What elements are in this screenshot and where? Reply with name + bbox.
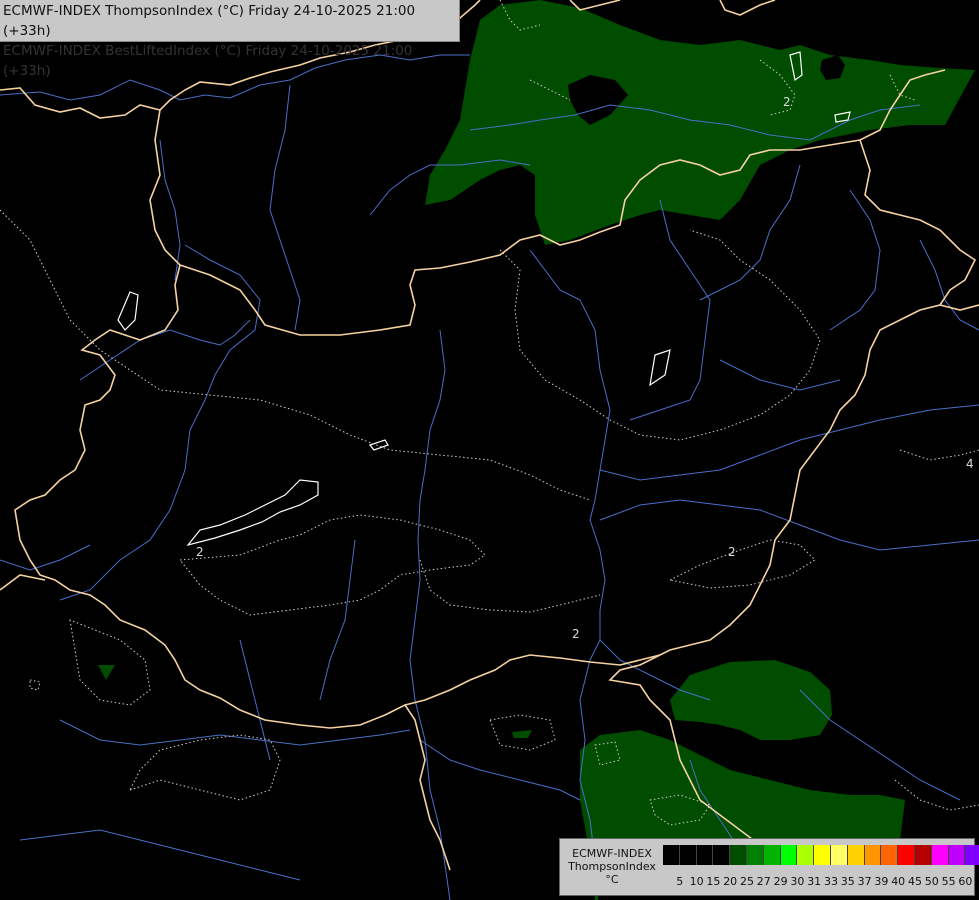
legend-tick-label: 37 — [857, 875, 872, 888]
legend-swatch — [948, 845, 966, 865]
legend-swatch — [679, 845, 697, 865]
legend-swatch — [898, 845, 915, 865]
legend-swatch — [763, 845, 781, 865]
contour-label: 4 — [966, 457, 974, 471]
legend-tick-label: 15 — [706, 875, 721, 888]
legend-unit: °C — [605, 873, 619, 886]
contour-label: 2 — [728, 545, 736, 559]
legend-swatch — [663, 845, 680, 865]
map-title-box: ECMWF-INDEX ThompsonIndex (°C) Friday 24… — [0, 0, 460, 79]
legend-tick-label: 10 — [689, 875, 704, 888]
contour-label: 2 — [572, 627, 580, 641]
legend-swatch — [780, 845, 798, 865]
legend-tick-label: 45 — [908, 875, 922, 888]
legend-swatch — [830, 845, 848, 865]
legend-tick-label: 29 — [773, 875, 788, 888]
legend-swatch — [965, 845, 979, 865]
legend-swatch — [730, 845, 747, 865]
legend-tick-label: 50 — [924, 875, 939, 888]
legend-swatch — [797, 845, 815, 865]
legend-tick-label: 5 — [676, 875, 684, 888]
legend-swatch — [864, 845, 882, 865]
weather-map: 2 2 2 2 4 — [0, 0, 979, 900]
legend-label: ECMWF-INDEX ThompsonIndex °C — [564, 847, 660, 886]
legend-tick-label: 31 — [807, 875, 822, 888]
legend-ticks: 5 10 15 20 25 27 29 30 31 33 35 37 39 40 45 50 55 60 — [663, 875, 973, 889]
legend-tick-label: 55 — [941, 875, 956, 888]
legend-swatch — [914, 845, 932, 865]
legend-parameter: ThompsonIndex — [568, 860, 656, 873]
contour-label: 2 — [196, 545, 204, 559]
title-line-bestlifted: ECMWF-INDEX BestLiftedIndex (°C) Friday … — [3, 43, 413, 79]
legend-swatches — [663, 845, 979, 865]
contour-label: 2 — [783, 95, 791, 109]
legend-tick-label: 40 — [891, 875, 906, 888]
legend-swatch — [847, 845, 865, 865]
legend-swatch — [713, 845, 731, 865]
legend-model: ECMWF-INDEX — [572, 847, 652, 860]
legend-swatch — [746, 845, 764, 865]
legend-tick-label: 35 — [840, 875, 855, 888]
legend-swatch — [931, 845, 949, 865]
legend-tick-label: 39 — [874, 875, 889, 888]
legend-tick-label: 20 — [723, 875, 738, 888]
legend-tick-label: 27 — [756, 875, 771, 888]
legend-swatch — [881, 845, 899, 865]
legend-tick-label: 60 — [958, 875, 973, 888]
color-legend: ECMWF-INDEX ThompsonIndex °C 5 10 15 20 25 27… — [559, 838, 979, 896]
title-line-thompson: ECMWF-INDEX ThompsonIndex (°C) Friday 24… — [3, 3, 416, 39]
legend-tick-label: 30 — [790, 875, 805, 888]
legend-swatch — [696, 845, 714, 865]
legend-swatch — [814, 845, 831, 865]
legend-tick-label: 33 — [824, 875, 838, 888]
legend-tick-label: 25 — [740, 875, 754, 888]
